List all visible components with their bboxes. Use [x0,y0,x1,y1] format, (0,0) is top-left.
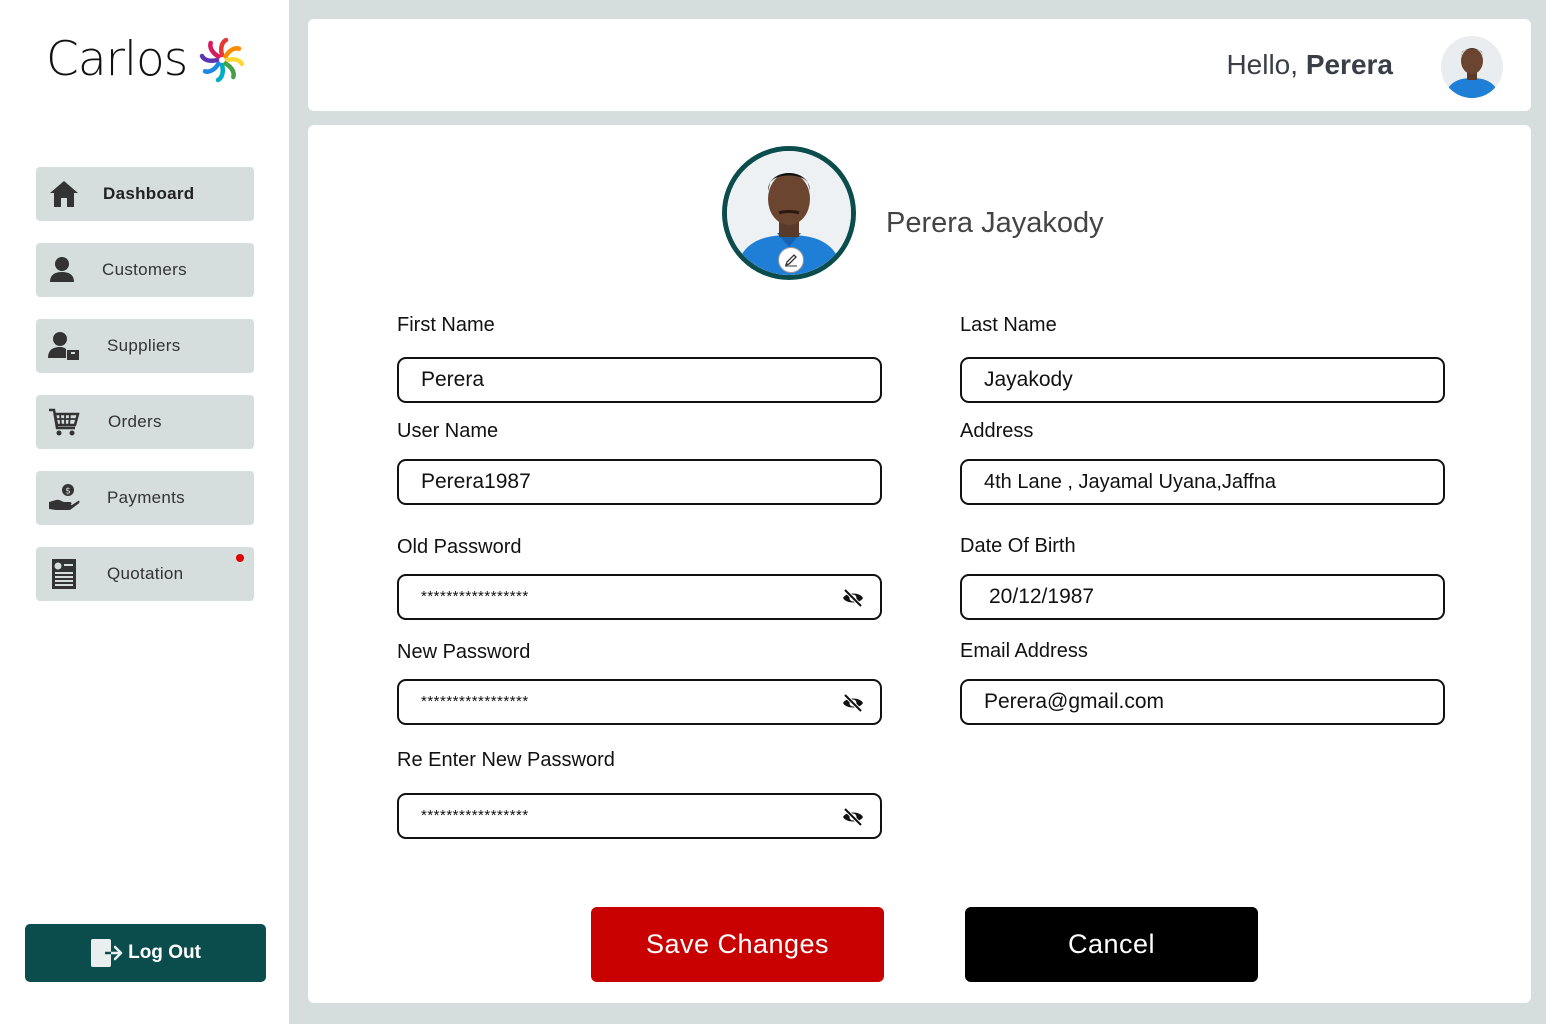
profile-card: Perera Jayakody First Name Perera User N… [308,125,1531,1003]
save-changes-button[interactable]: Save Changes [591,907,884,982]
first-name-label: First Name [397,314,495,336]
top-bar: Hello, Perera [308,19,1531,111]
svg-text:$: $ [65,487,71,497]
last-name-label: Last Name [960,314,1057,336]
address-field[interactable]: 4th Lane , Jayamal Uyana,Jaffna [960,459,1445,505]
address-label: Address [960,420,1034,442]
notification-dot [236,554,244,562]
invoice-icon [52,559,76,589]
last-name-field[interactable]: Jayakody [960,357,1445,403]
new-password-label: New Password [397,641,531,663]
eye-off-icon[interactable] [842,692,864,714]
re-new-password-label: Re Enter New Password [397,749,615,771]
sidebar-item-label: Suppliers [107,336,181,355]
edit-avatar-button[interactable] [778,247,804,273]
address-value: 4th Lane , Jayamal Uyana,Jaffna [984,470,1277,493]
home-icon [50,181,78,207]
user-name-value: Perera1987 [421,470,531,493]
sidebar-item-label: Quotation [107,564,184,583]
email-value: Perera@gmail.com [984,690,1165,713]
eye-off-icon[interactable] [842,587,864,609]
sidebar: Carlos Dashboard Customers Suppliers Ord… [0,0,289,1024]
email-field[interactable]: Perera@gmail.com [960,679,1445,725]
sidebar-item-label: Orders [108,412,162,431]
date-of-birth-label: Date Of Birth [960,535,1076,557]
logout-button[interactable]: Log Out [25,924,266,982]
email-label: Email Address [960,640,1088,662]
sidebar-item-customers[interactable]: Customers [36,243,254,297]
new-password-field[interactable]: ***************** [397,679,882,725]
last-name-value: Jayakody [984,368,1073,391]
profile-full-name: Perera Jayakody [886,207,1104,239]
sidebar-item-orders[interactable]: Orders [36,395,254,449]
re-new-password-field[interactable]: ***************** [397,793,882,839]
sidebar-item-dashboard[interactable]: Dashboard [36,167,254,221]
old-password-field[interactable]: ***************** [397,574,882,620]
user-name-field[interactable]: Perera1987 [397,459,882,505]
sidebar-item-label: Customers [102,260,187,279]
pencil-icon [784,254,797,267]
sidebar-item-payments[interactable]: $ Payments [36,471,254,525]
greeting: Hello, Perera [1226,49,1393,81]
cancel-button[interactable]: Cancel [965,907,1258,982]
hand-coin-icon: $ [49,484,80,510]
logout-icon [91,939,123,967]
sidebar-item-suppliers[interactable]: Suppliers [36,319,254,373]
brand-logo[interactable]: Carlos [46,32,245,87]
new-password-value: ***************** [421,693,529,710]
eye-off-icon[interactable] [842,806,864,828]
cart-icon [49,408,80,436]
user-photo-icon [1441,36,1503,98]
logout-label: Log Out [128,942,201,963]
sidebar-item-label: Dashboard [103,184,195,203]
sidebar-item-quotation[interactable]: Quotation [36,547,254,601]
date-of-birth-field[interactable]: 20/12/1987 [960,574,1445,620]
user-name-label: User Name [397,420,499,442]
greeting-user-name: Perera [1305,49,1393,80]
person-icon [50,257,74,282]
date-of-birth-value: 20/12/1987 [989,585,1095,608]
greeting-text: Hello, [1226,49,1299,80]
old-password-label: Old Password [397,536,522,558]
brand-name: Carlos [46,32,188,87]
first-name-value: Perera [421,368,485,391]
flower-pinwheel-icon [200,37,245,82]
re-new-password-value: ***************** [421,807,529,824]
old-password-value: ***************** [421,588,529,605]
first-name-field[interactable]: Perera [397,357,882,403]
supplier-icon [48,332,79,360]
avatar[interactable] [1441,36,1503,98]
sidebar-item-label: Payments [107,488,185,507]
